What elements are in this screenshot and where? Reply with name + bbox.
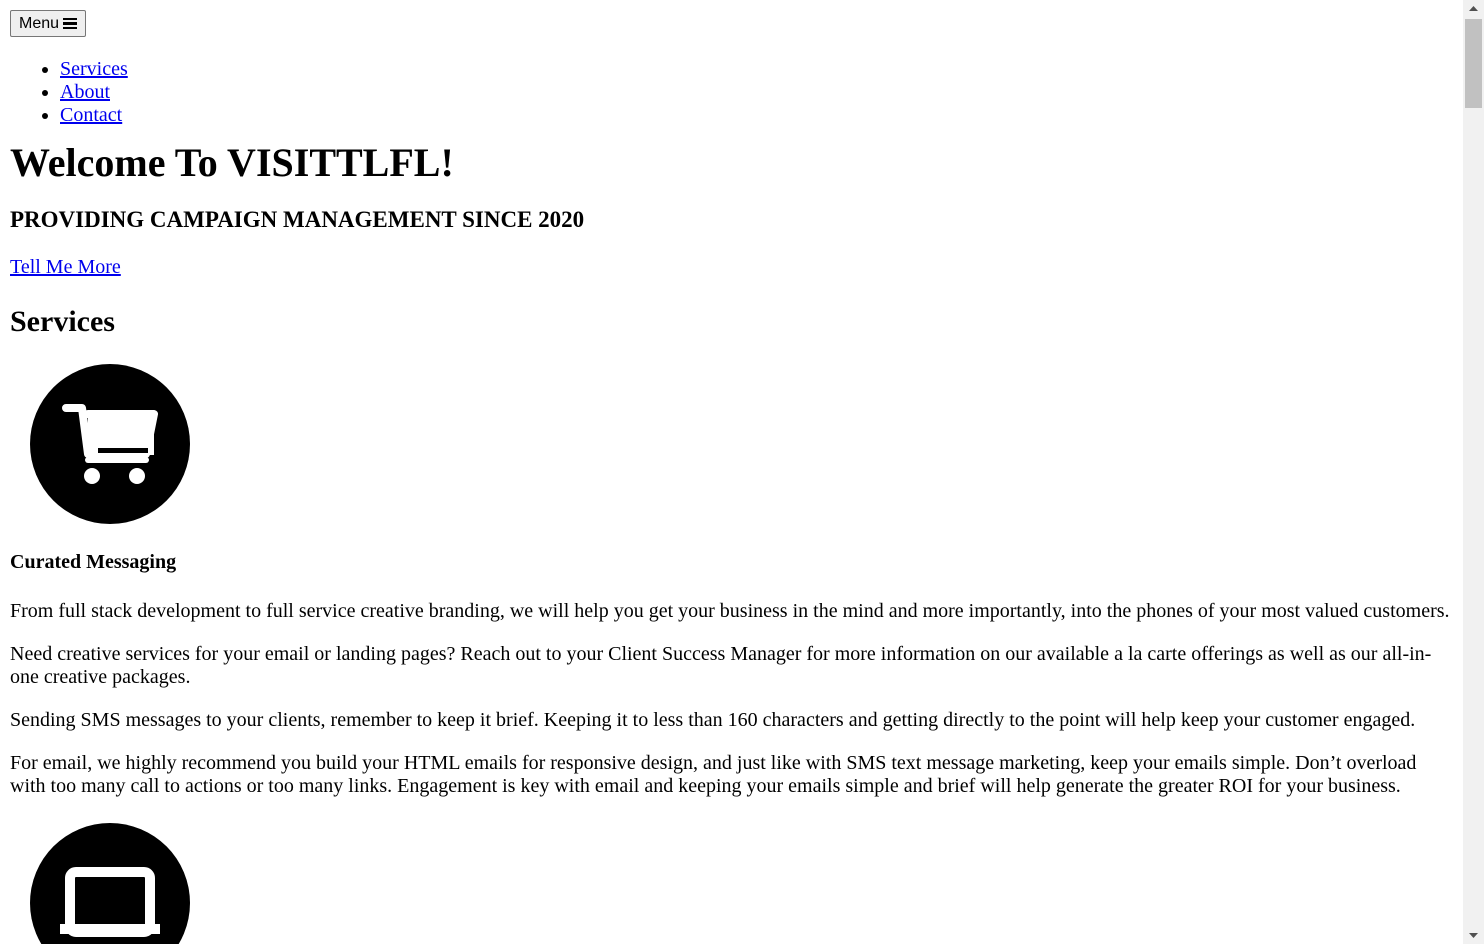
scrollbar-thumb[interactable] [1465,19,1482,108]
hero-subtitle: PROVIDING CAMPAIGN MANAGEMENT SINCE 2020 [10,207,585,232]
service-title: Curated Messaging [10,551,177,573]
laptop-icon [30,823,190,944]
nav-link-services[interactable]: Services [60,58,128,80]
nav-link-contact[interactable]: Contact [60,104,122,126]
page: Menu Services About Contact Welcome To V… [0,0,1463,944]
services-heading: Services [10,305,115,338]
nav-item-about: About [60,81,1463,104]
nav-item-contact: Contact [60,104,1463,127]
service-paragraph-3: Sending SMS messages to your clients, re… [10,709,1416,731]
scroll-down-arrow-icon[interactable] [1463,927,1484,944]
hero-title: Welcome To VISITTLFL! [10,140,454,185]
nav-item-services: Services [60,58,1463,81]
page-content: Menu Services About Contact Welcome To V… [0,0,1463,944]
service-paragraph-2: Need creative services for your email or… [10,643,1432,688]
menu-button[interactable]: Menu [10,10,87,37]
shopping-cart-icon [30,364,190,524]
service-paragraph-4: For email, we highly recommend you build… [10,752,1417,797]
nav-link-about[interactable]: About [60,81,110,103]
tell-me-more-link[interactable]: Tell Me More [10,256,121,279]
hamburger-icon [63,17,78,30]
nav-list: Services About Contact [10,58,1463,127]
menu-button-label: Menu [19,14,60,32]
scroll-up-arrow-icon[interactable] [1463,0,1484,17]
service-paragraph-1: From full stack development to full serv… [10,600,1450,622]
vertical-scrollbar[interactable] [1463,0,1484,944]
